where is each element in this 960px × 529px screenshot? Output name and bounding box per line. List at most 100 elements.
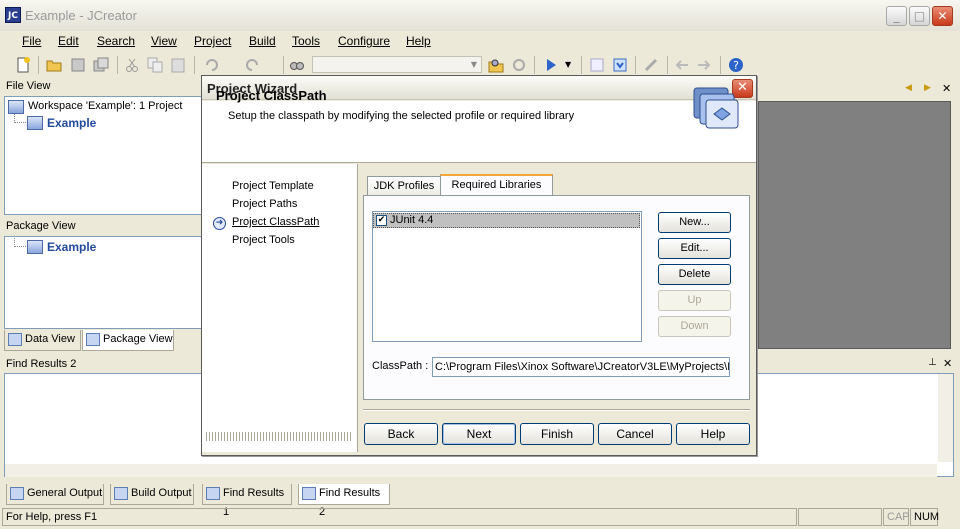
pin-icon[interactable]: ⊥ (928, 357, 937, 368)
prev-doc-icon[interactable]: ◀ (905, 83, 912, 93)
move-down-button[interactable]: Down (658, 316, 731, 337)
redo-icon[interactable] (244, 57, 260, 73)
maximize-button[interactable]: □ (909, 6, 930, 26)
menu-tools[interactable]: Tools (292, 34, 320, 48)
library-list[interactable] (372, 211, 642, 342)
step-over-icon[interactable] (612, 57, 628, 73)
undo-icon[interactable] (204, 57, 220, 73)
output-icon (10, 487, 24, 500)
arrow-left-icon[interactable] (674, 57, 690, 73)
tree-connector (14, 238, 26, 247)
menu-search[interactable]: Search (97, 34, 135, 48)
open-folder-icon[interactable] (46, 57, 62, 73)
menu-project[interactable]: Project (194, 34, 231, 48)
library-label: JUnit 4.4 (390, 214, 434, 226)
window-title: Example - JCreator (25, 8, 137, 23)
file-view-panel (4, 96, 202, 215)
tab-find-results-2[interactable]: Find Results 2 (298, 484, 390, 518)
tab-required-libraries[interactable]: Required Libraries (440, 174, 553, 197)
step-in-icon[interactable] (589, 57, 605, 73)
build-output-icon (114, 487, 128, 500)
find-results-icon (302, 487, 316, 500)
cancel-button[interactable]: Cancel (598, 423, 672, 445)
toolbar-separator (534, 56, 535, 74)
package-view-icon (86, 333, 100, 346)
save-icon[interactable] (70, 57, 86, 73)
step-project-template[interactable]: Project Template (232, 180, 314, 192)
toolbar-separator (581, 56, 582, 74)
jcreator-icon[interactable]: JC (5, 7, 21, 23)
menu-build[interactable]: Build (249, 34, 276, 48)
delete-library-button[interactable]: Delete (658, 264, 731, 285)
menu-help[interactable]: Help (406, 34, 431, 48)
tab-build-output[interactable]: Build Output (110, 484, 194, 505)
classpath-field[interactable]: C:\Program Files\Xinox Software\JCreator… (432, 357, 730, 377)
step-project-tools[interactable]: Project Tools (232, 234, 295, 246)
horizontal-scrollbar[interactable] (5, 464, 937, 477)
close-button[interactable]: ✕ (932, 6, 953, 26)
find-in-files-icon[interactable] (488, 57, 504, 73)
dialog-divider (363, 409, 750, 411)
new-file-icon[interactable] (15, 57, 31, 73)
copy-icon[interactable] (147, 57, 163, 73)
replace-icon[interactable] (511, 57, 527, 73)
data-view-icon (8, 333, 22, 346)
build-icon[interactable] (643, 57, 659, 73)
paste-icon[interactable] (170, 57, 186, 73)
chevron-down-icon[interactable]: ▼ (467, 57, 481, 72)
minimize-button[interactable]: _ (886, 6, 907, 26)
classpath-label: ClassPath : (372, 360, 429, 372)
toolbar-separator (38, 56, 39, 74)
toolbar-separator (720, 56, 721, 74)
tree-connector (14, 114, 26, 123)
package-view-header: Package View (6, 220, 76, 232)
back-button[interactable]: Back (364, 423, 438, 445)
run-icon[interactable] (543, 57, 559, 73)
tab-find-results-1[interactable]: Find Results 1 (202, 484, 292, 518)
tab-data-view[interactable]: Data View (4, 330, 81, 351)
next-button[interactable]: Next (442, 423, 516, 445)
toolbar-separator (635, 56, 636, 74)
status-pane (798, 508, 882, 526)
menu-file[interactable]: File (22, 34, 41, 48)
menu-view[interactable]: View (151, 34, 177, 48)
help-icon[interactable]: ? (728, 57, 744, 73)
find-combo[interactable] (312, 56, 482, 73)
save-all-icon[interactable] (93, 57, 109, 73)
menu-configure[interactable]: Configure (338, 34, 390, 48)
wizard-step-title: Project ClassPath (216, 88, 327, 103)
project-icon (27, 240, 43, 254)
finish-button[interactable]: Finish (520, 423, 594, 445)
cut-icon[interactable] (124, 57, 140, 73)
arrow-right-icon[interactable] (696, 57, 712, 73)
vertical-scrollbar[interactable] (938, 374, 953, 462)
chevron-down-icon[interactable]: ▼ (565, 57, 581, 73)
step-project-classpath[interactable]: Project ClassPath (232, 216, 319, 228)
editor-area[interactable] (758, 101, 951, 349)
workspace-icon (8, 100, 24, 114)
menu-bar (0, 31, 960, 53)
wizard-step-subtitle: Setup the classpath by modifying the sel… (228, 110, 575, 122)
status-message: For Help, press F1 (2, 508, 797, 526)
close-doc-icon[interactable]: ✕ (942, 82, 951, 95)
edit-library-button[interactable]: Edit... (658, 238, 731, 259)
toolbar-separator (667, 56, 668, 74)
project-node[interactable]: Example (47, 116, 96, 130)
next-doc-icon[interactable]: ▶ (924, 83, 931, 93)
new-library-button[interactable]: New... (658, 212, 731, 233)
caps-indicator: CAP (883, 508, 910, 526)
close-panel-icon[interactable]: ✕ (943, 357, 952, 370)
library-checkbox[interactable]: ✔ (376, 215, 387, 226)
help-button[interactable]: Help (676, 423, 750, 445)
menu-edit[interactable]: Edit (58, 34, 79, 48)
tab-package-view[interactable]: Package View (82, 330, 174, 351)
workspace-node[interactable]: Workspace 'Example': 1 Project (28, 100, 182, 112)
classpath-wizard-icon (692, 84, 740, 130)
tab-general-output[interactable]: General Output (6, 484, 104, 505)
package-project-node[interactable]: Example (47, 240, 96, 254)
current-step-arrow-icon: ➜ (213, 217, 226, 230)
move-up-button[interactable]: Up (658, 290, 731, 311)
find-icon[interactable] (289, 57, 305, 73)
step-project-paths[interactable]: Project Paths (232, 198, 297, 210)
tab-jdk-profiles[interactable]: JDK Profiles (367, 176, 441, 196)
